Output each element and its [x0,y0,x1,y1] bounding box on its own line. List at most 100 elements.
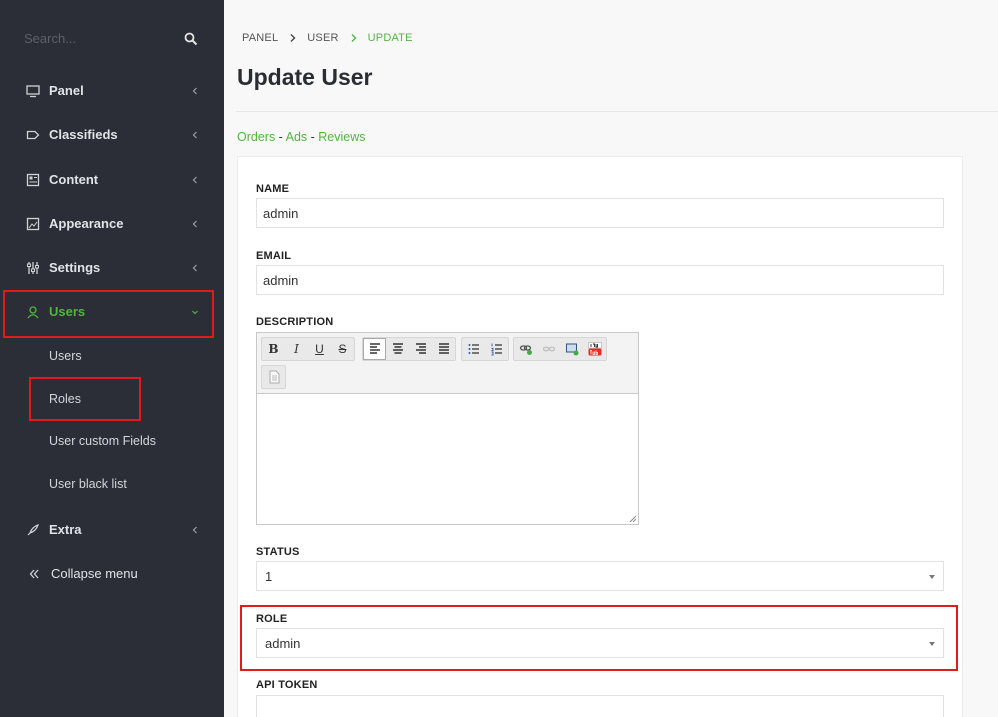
status-value: 1 [265,569,273,584]
sidebar-item-content[interactable]: Content [0,166,224,194]
source-group [261,365,286,389]
chevron-left-icon [192,176,197,184]
rocket-icon [27,524,39,536]
bullet-list-icon [468,344,479,354]
highlight-roles [29,377,141,421]
breadcrumb-panel[interactable]: PANEL [242,32,278,44]
sidebar-item-label: Panel [49,83,84,98]
align-left-button[interactable] [363,338,386,360]
search-input[interactable] [24,31,184,46]
align-center-icon [392,343,403,354]
email-label: EMAIL [256,250,292,262]
divider [236,111,998,112]
caret-down-icon [929,575,935,579]
bold-button[interactable]: B [262,338,285,360]
tag-icon [26,130,40,140]
align-group [362,337,456,361]
unlink-icon [542,346,555,352]
search-icon[interactable] [184,32,198,46]
sidebar: Panel Classifieds Content Appearance [0,0,224,717]
name-field[interactable] [256,198,944,228]
sidebar-item-label: Appearance [49,216,124,231]
collapse-menu-label: Collapse menu [51,566,138,581]
ads-link[interactable]: Ads [286,130,308,144]
chevron-left-icon [192,526,197,534]
sidebar-item-appearance[interactable]: Appearance [0,210,224,238]
align-justify-button[interactable] [432,338,455,360]
format-group: B I U S [261,337,355,361]
sidebar-item-label: Users [49,304,86,319]
numbered-list-button[interactable] [485,338,508,360]
description-editor: B I U S [256,332,639,525]
editor-toolbar: B I U S [257,333,638,394]
sidebar-subitem-user-black-list[interactable]: User black list [49,477,127,491]
document-icon [269,370,279,384]
chevron-down-icon [192,310,198,315]
caret-down-icon [929,642,935,646]
double-chevron-left-icon [29,569,39,579]
sidebar-item-label: Classifieds [49,127,118,142]
chevron-left-icon [192,264,197,272]
align-center-button[interactable] [386,338,409,360]
sidebar-item-label: Settings [49,260,101,275]
api-token-field[interactable] [256,695,944,717]
api-token-label: API TOKEN [256,679,318,691]
insert-group [513,337,607,361]
related-links: Orders - Ads - Reviews [237,130,366,144]
link-separator: - [275,130,286,144]
image-icon [26,217,40,231]
sidebar-search [24,30,204,50]
content-icon [26,173,40,187]
email-field[interactable] [256,265,944,295]
breadcrumb: PANEL USER UPDATE [242,32,413,44]
numbered-list-icon [491,343,502,356]
collapse-menu-button[interactable]: Collapse menu [0,560,224,588]
breadcrumb-user[interactable]: USER [307,32,338,44]
sidebar-subitem-roles[interactable]: Roles [49,392,81,406]
insert-youtube-button[interactable] [583,338,606,360]
orders-link[interactable]: Orders [237,130,275,144]
sidebar-item-classifieds[interactable]: Classifieds [0,121,224,149]
list-group [461,337,509,361]
underline-button[interactable]: U [308,338,331,360]
page-title: Update User [237,64,373,90]
chevron-left-icon [192,87,197,95]
role-value: admin [265,636,301,651]
monitor-icon [26,85,40,98]
sidebar-item-panel[interactable]: Panel [0,77,224,105]
align-right-icon [415,343,426,354]
chevron-left-icon [192,131,197,139]
reviews-link[interactable]: Reviews [318,130,365,144]
italic-button[interactable]: I [285,338,308,360]
chevron-right-icon [290,34,296,42]
resize-handle-icon[interactable] [629,515,636,522]
align-right-button[interactable] [409,338,432,360]
sidebar-item-label: Content [49,172,99,187]
youtube-icon [587,342,602,356]
strikethrough-button[interactable]: S [331,338,354,360]
link-icon [519,345,532,355]
role-select[interactable]: admin [256,628,944,658]
sidebar-item-settings[interactable]: Settings [0,254,224,282]
description-label: DESCRIPTION [256,316,334,328]
editor-content-area[interactable] [257,395,638,524]
bullet-list-button[interactable] [462,338,485,360]
link-separator: - [307,130,319,144]
sidebar-item-label: Extra [49,522,82,537]
sliders-icon [27,262,39,274]
insert-image-button[interactable] [560,338,583,360]
role-label: ROLE [256,613,288,625]
insert-link-button[interactable] [514,338,537,360]
status-select[interactable]: 1 [256,561,944,591]
name-label: NAME [256,183,290,195]
status-label: STATUS [256,546,300,558]
sidebar-item-extra[interactable]: Extra [0,516,224,544]
sidebar-subitem-users[interactable]: Users [49,349,82,363]
unlink-button[interactable] [537,338,560,360]
view-source-button[interactable] [262,366,285,388]
sidebar-item-users[interactable]: Users [0,298,224,326]
sidebar-subitem-user-custom-fields[interactable]: User custom Fields [49,434,156,448]
chevron-right-icon [351,34,357,42]
align-left-icon [369,343,380,354]
breadcrumb-update: UPDATE [367,32,413,44]
